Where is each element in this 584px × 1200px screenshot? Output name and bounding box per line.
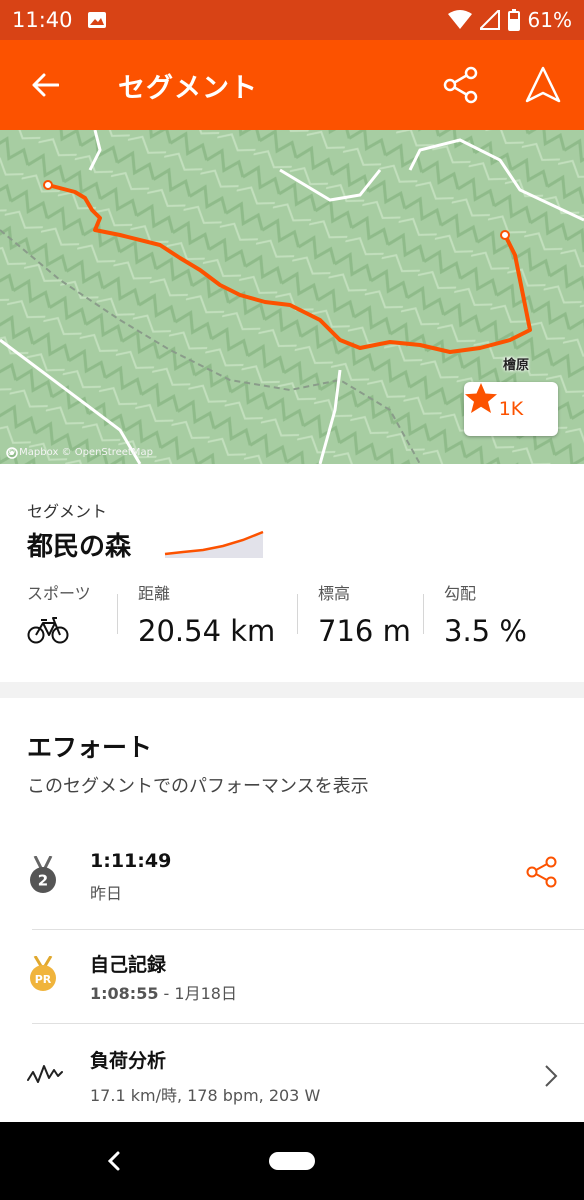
navigate-button[interactable] bbox=[502, 40, 584, 130]
star-count: 1K bbox=[498, 398, 524, 420]
system-nav-bar bbox=[0, 1122, 584, 1200]
clock: 11:40 bbox=[12, 8, 73, 32]
divider bbox=[32, 929, 584, 930]
segment-map[interactable]: 檜原 © Mapbox © OpenStreetMap 1K bbox=[0, 130, 584, 464]
effort-time: 1:11:49 bbox=[90, 850, 172, 872]
divider bbox=[297, 594, 298, 634]
stat-label: 勾配 bbox=[444, 584, 477, 603]
stat-elevation: 標高 716 m bbox=[318, 580, 411, 660]
pr-time: 1:08:55 bbox=[90, 984, 159, 1003]
stat-label: スポーツ bbox=[27, 584, 91, 603]
map-place-label: 檜原 bbox=[503, 358, 530, 373]
system-back-icon[interactable] bbox=[100, 1146, 130, 1176]
star-icon bbox=[465, 383, 497, 413]
navigation-arrow-icon bbox=[525, 66, 561, 103]
pr-badge-text: PR bbox=[35, 973, 52, 986]
stat-value: 716 m bbox=[318, 614, 411, 648]
segment-eyebrow: セグメント bbox=[27, 502, 108, 521]
battery-level: 61% bbox=[527, 8, 572, 32]
medal-rank: 2 bbox=[38, 872, 48, 890]
app-bar: セグメント bbox=[0, 40, 584, 130]
analysis-title: 負荷分析 bbox=[90, 1050, 167, 1072]
page-title: セグメント bbox=[118, 72, 258, 104]
share-icon bbox=[443, 66, 478, 104]
attribution-text: © Mapbox © OpenStreetMap bbox=[6, 447, 153, 458]
efforts-subtitle: このセグメントでのパフォーマンスを表示 bbox=[27, 776, 369, 797]
share-effort-icon[interactable] bbox=[526, 856, 558, 888]
map-attribution[interactable]: © Mapbox © OpenStreetMap bbox=[6, 447, 153, 459]
divider bbox=[117, 594, 118, 634]
elevation-profile-icon bbox=[164, 530, 264, 558]
mapbox-logo-icon bbox=[6, 447, 18, 459]
effort-date: 昨日 bbox=[90, 884, 123, 903]
stat-sport: スポーツ bbox=[27, 580, 91, 660]
stat-label: 標高 bbox=[318, 584, 351, 603]
segment-info-card: セグメント 都民の森 スポーツ 距離 20.54 km 標高 716 m 勾配 … bbox=[0, 464, 584, 682]
stat-value: 20.54 km bbox=[138, 614, 276, 648]
pr-icon: PR bbox=[30, 956, 56, 991]
efforts-heading: エフォート bbox=[27, 733, 153, 762]
chevron-right-icon bbox=[545, 1065, 558, 1087]
segment-stats: スポーツ 距離 20.54 km 標高 716 m 勾配 3.5 % bbox=[0, 580, 584, 660]
divider bbox=[32, 1023, 584, 1024]
effort-row-recent[interactable]: 2 1:11:49 昨日 bbox=[0, 846, 584, 930]
effort-row-analysis[interactable]: 負荷分析 17.1 km/時, 178 bpm, 203 W bbox=[0, 1042, 584, 1122]
effort-row-pr[interactable]: PR 自己記録 1:08:55 - 1月18日 bbox=[0, 946, 584, 1024]
pulse-icon bbox=[27, 1065, 63, 1083]
stat-distance: 距離 20.54 km bbox=[138, 580, 275, 660]
wifi-icon bbox=[447, 10, 472, 29]
segment-name: 都民の森 bbox=[27, 532, 132, 562]
stat-grade: 勾配 3.5 % bbox=[444, 580, 527, 660]
pr-date: - 1月18日 bbox=[158, 984, 237, 1003]
stat-label: 距離 bbox=[138, 584, 171, 603]
pr-detail: 1:08:55 - 1月18日 bbox=[90, 980, 237, 1004]
stat-value: 3.5 % bbox=[444, 614, 527, 648]
pr-title: 自己記録 bbox=[90, 954, 167, 976]
battery-icon bbox=[507, 9, 520, 31]
star-segment-button[interactable]: 1K bbox=[464, 382, 558, 436]
signal-icon bbox=[479, 10, 500, 30]
efforts-section: エフォート このセグメントでのパフォーマンスを表示 2 1:11:49 昨日 P… bbox=[0, 698, 584, 1122]
analysis-detail: 17.1 km/時, 178 bpm, 203 W bbox=[90, 1086, 321, 1105]
system-home-pill[interactable] bbox=[269, 1152, 315, 1170]
back-button[interactable] bbox=[0, 40, 90, 130]
divider bbox=[423, 594, 424, 634]
status-bar: 11:40 61% bbox=[0, 0, 584, 40]
share-button[interactable] bbox=[420, 40, 502, 130]
medal-icon: 2 bbox=[30, 856, 56, 893]
gallery-icon bbox=[87, 12, 106, 28]
arrow-left-icon bbox=[32, 73, 59, 97]
bike-icon bbox=[27, 617, 69, 644]
